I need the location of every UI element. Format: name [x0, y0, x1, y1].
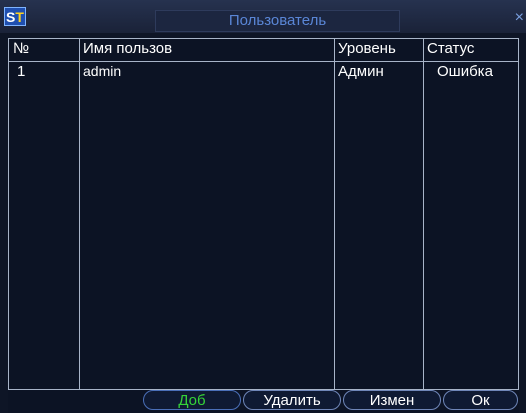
column-header-status: Статус: [427, 40, 475, 57]
ok-button[interactable]: Ок: [443, 390, 518, 410]
row-status: Ошибка: [437, 63, 493, 80]
column-divider: [423, 39, 424, 389]
app-logo-icon: ST: [4, 7, 26, 26]
users-table: № Имя пользов Уровень Статус 1 admin Адм…: [8, 38, 519, 390]
close-icon[interactable]: ×: [515, 9, 524, 27]
delete-button[interactable]: Удалить: [243, 390, 341, 410]
column-header-level: Уровень: [338, 40, 396, 57]
column-divider: [334, 39, 335, 389]
column-header-number: №: [13, 40, 30, 57]
row-level: Админ: [338, 63, 384, 80]
column-header-username: Имя пользов: [83, 40, 173, 57]
edit-button[interactable]: Измен: [343, 390, 441, 410]
row-number: 1: [17, 63, 26, 80]
column-divider: [79, 39, 80, 389]
user-window: ST Пользователь × № Имя пользов Уровень …: [0, 0, 526, 413]
row-username: admin: [83, 63, 122, 79]
window-title: Пользователь: [228, 12, 327, 29]
title-bar: ST Пользователь ×: [0, 0, 526, 33]
add-button[interactable]: Доб: [143, 390, 241, 410]
